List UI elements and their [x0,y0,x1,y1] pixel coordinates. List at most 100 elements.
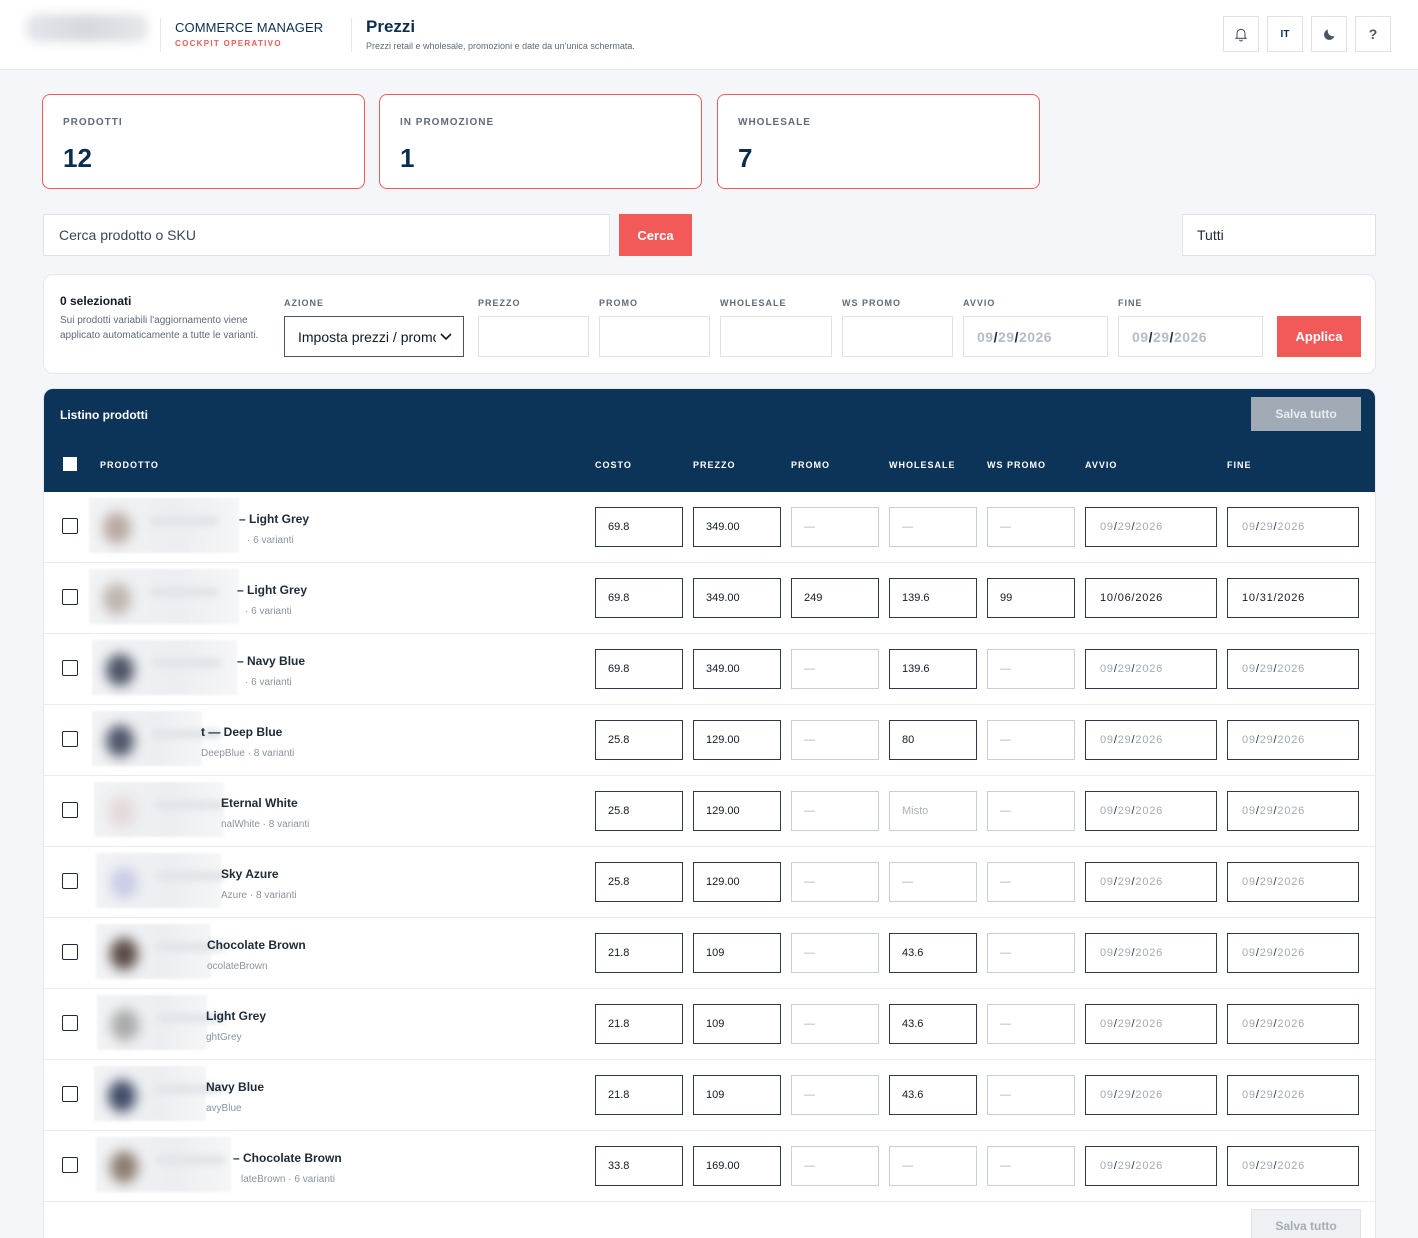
costo-input[interactable]: 33.8 [595,1146,683,1186]
apply-button[interactable]: Applica [1277,316,1361,357]
product-name[interactable]: – Chocolate Brown [233,1151,342,1165]
start-date-input[interactable]: 09/29/2026 [1085,1075,1217,1115]
product-name[interactable]: Light Grey [206,1009,266,1023]
notifications-button[interactable] [1223,16,1259,52]
promo-input[interactable]: — [791,1146,879,1186]
costo-input[interactable]: 21.8 [595,1075,683,1115]
start-date-input[interactable]: 09/29/2026 [1085,720,1217,760]
ws-promo-input[interactable]: — [987,862,1075,902]
start-date-input[interactable]: 09/29/2026 [1085,649,1217,689]
ws-promo-input[interactable]: — [987,791,1075,831]
promo-input[interactable]: — [791,720,879,760]
end-date-input[interactable]: 09/29/2026 [1227,720,1359,760]
ws-promo-input[interactable]: 99 [987,578,1075,618]
end-date-input[interactable]: 09/29/2026 [1227,862,1359,902]
start-date-input[interactable]: 09/29/2026 [1085,507,1217,547]
bulk-promo-input[interactable] [599,316,710,357]
costo-input[interactable]: 21.8 [595,1004,683,1044]
select-all-checkbox[interactable] [63,457,77,471]
action-select[interactable]: Imposta prezzi / promo [284,316,464,357]
product-name[interactable]: Eternal White [221,796,298,810]
bulk-wholesale-input[interactable] [720,316,832,357]
promo-input[interactable]: 249 [791,578,879,618]
prezzo-input[interactable]: 349.00 [693,507,781,547]
bulk-start-date-input[interactable]: 09/29/2026 [963,316,1108,357]
promo-input[interactable]: — [791,933,879,973]
logo[interactable] [26,14,148,42]
end-date-input[interactable]: 09/29/2026 [1227,791,1359,831]
product-name[interactable]: Navy Blue [206,1080,264,1094]
start-date-input[interactable]: 09/29/2026 [1085,862,1217,902]
wholesale-input[interactable]: — [889,862,977,902]
start-date-input[interactable]: 09/29/2026 [1085,791,1217,831]
row-checkbox[interactable] [62,1015,78,1031]
row-checkbox[interactable] [62,660,78,676]
ws-promo-input[interactable]: — [987,933,1075,973]
row-checkbox[interactable] [62,944,78,960]
language-button[interactable]: IT [1267,16,1303,52]
start-date-input[interactable]: 09/29/2026 [1085,933,1217,973]
ws-promo-input[interactable]: — [987,507,1075,547]
save-all-button-bottom[interactable]: Salva tutto [1251,1209,1361,1238]
ws-promo-input[interactable]: — [987,1075,1075,1115]
search-button[interactable]: Cerca [619,214,692,256]
prezzo-input[interactable]: 109 [693,1075,781,1115]
row-checkbox[interactable] [62,518,78,534]
row-checkbox[interactable] [62,1157,78,1173]
prezzo-input[interactable]: 129.00 [693,862,781,902]
end-date-input[interactable]: 09/29/2026 [1227,1075,1359,1115]
wholesale-input[interactable]: 43.6 [889,1004,977,1044]
product-name[interactable]: t — Deep Blue [201,725,282,739]
wholesale-input[interactable]: 43.6 [889,933,977,973]
end-date-input[interactable]: 09/29/2026 [1227,933,1359,973]
ws-promo-input[interactable]: — [987,1146,1075,1186]
start-date-input[interactable]: 09/29/2026 [1085,1146,1217,1186]
costo-input[interactable]: 69.8 [595,649,683,689]
prezzo-input[interactable]: 129.00 [693,791,781,831]
ws-promo-input[interactable]: — [987,720,1075,760]
start-date-input[interactable]: 09/29/2026 [1085,1004,1217,1044]
start-date-input[interactable]: 10/06/2026 [1085,578,1217,618]
costo-input[interactable]: 69.8 [595,578,683,618]
wholesale-input[interactable]: 43.6 [889,1075,977,1115]
wholesale-input[interactable]: 80 [889,720,977,760]
wholesale-input[interactable]: 139.6 [889,649,977,689]
end-date-input[interactable]: 09/29/2026 [1227,507,1359,547]
row-checkbox[interactable] [62,731,78,747]
product-name[interactable]: Sky Azure [221,867,279,881]
product-name[interactable]: – Navy Blue [237,654,305,668]
row-checkbox[interactable] [62,589,78,605]
product-name[interactable]: – Light Grey [239,512,309,526]
filter-select[interactable]: Tutti [1182,214,1376,256]
end-date-input[interactable]: 09/29/2026 [1227,649,1359,689]
costo-input[interactable]: 21.8 [595,933,683,973]
promo-input[interactable]: — [791,1075,879,1115]
promo-input[interactable]: — [791,649,879,689]
theme-toggle-button[interactable] [1311,16,1347,52]
save-all-button[interactable]: Salva tutto [1251,397,1361,431]
promo-input[interactable]: — [791,791,879,831]
costo-input[interactable]: 69.8 [595,507,683,547]
end-date-input[interactable]: 09/29/2026 [1227,1146,1359,1186]
promo-input[interactable]: — [791,1004,879,1044]
prezzo-input[interactable]: 109 [693,1004,781,1044]
bulk-ws-promo-input[interactable] [842,316,953,357]
wholesale-input[interactable]: — [889,1146,977,1186]
wholesale-input[interactable]: Misto [889,791,977,831]
costo-input[interactable]: 25.8 [595,791,683,831]
wholesale-input[interactable]: 139.6 [889,578,977,618]
row-checkbox[interactable] [62,802,78,818]
ws-promo-input[interactable]: — [987,649,1075,689]
prezzo-input[interactable]: 349.00 [693,578,781,618]
bulk-end-date-input[interactable]: 09/29/2026 [1118,316,1263,357]
wholesale-input[interactable]: — [889,507,977,547]
prezzo-input[interactable]: 169.00 [693,1146,781,1186]
product-name[interactable]: – Light Grey [237,583,307,597]
promo-input[interactable]: — [791,507,879,547]
product-name[interactable]: Chocolate Brown [207,938,306,952]
promo-input[interactable]: — [791,862,879,902]
search-input[interactable] [43,214,610,256]
end-date-input[interactable]: 10/31/2026 [1227,578,1359,618]
prezzo-input[interactable]: 129.00 [693,720,781,760]
ws-promo-input[interactable]: — [987,1004,1075,1044]
